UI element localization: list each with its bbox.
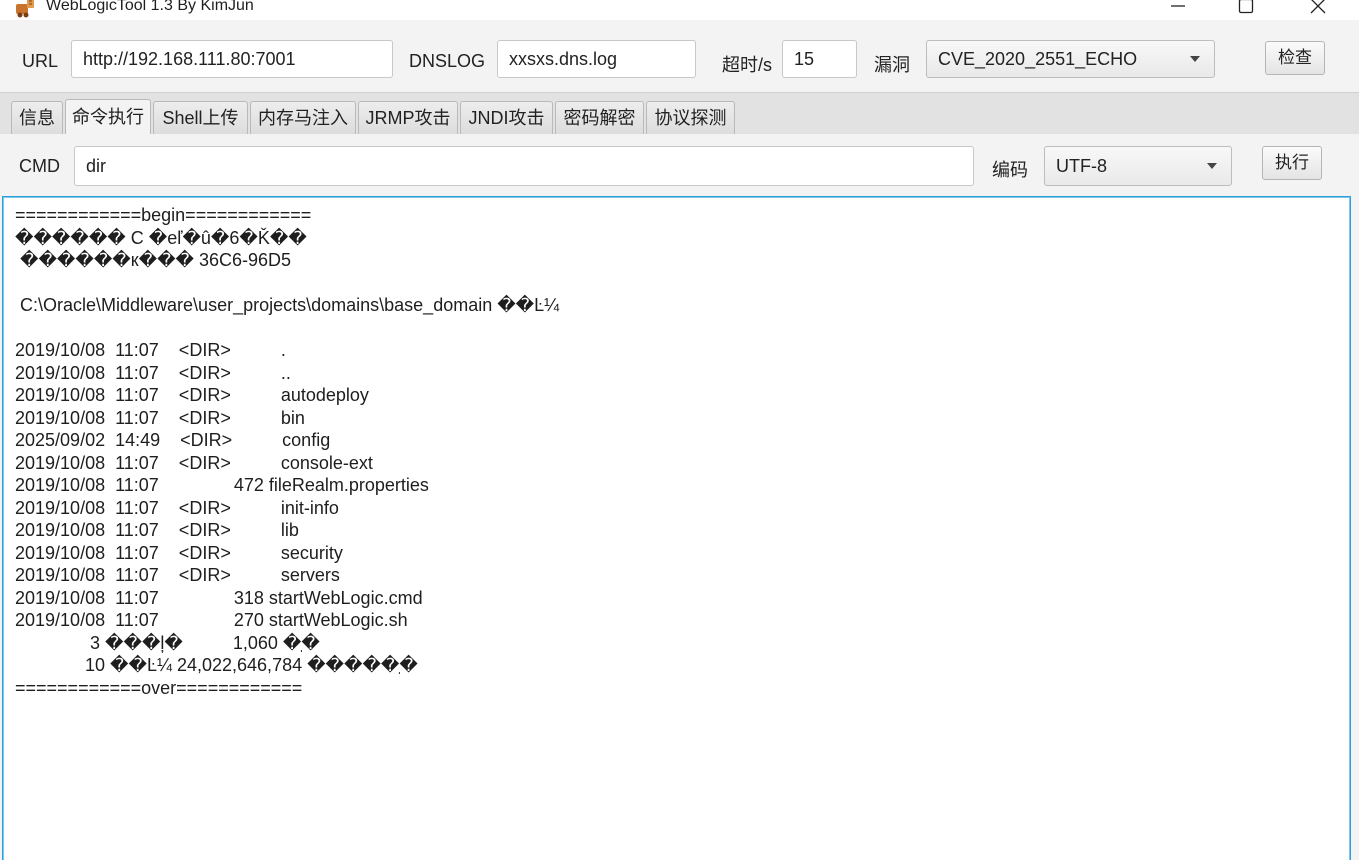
output-line: 2019/10/08 11:07 <DIR> bin: [15, 407, 305, 428]
tab-jndi-attack[interactable]: JNDI攻击: [460, 101, 553, 135]
title-bar: WebLogicTool 1.3 By KimJun: [0, 0, 1359, 20]
output-line: 3 ���ļ� 1,060 �ֽ�: [15, 632, 320, 653]
vuln-select-value: CVE_2020_2551_ECHO: [938, 49, 1138, 69]
maximize-button[interactable]: [1226, 0, 1266, 20]
url-input[interactable]: http://192.168.111.80:7001: [71, 40, 393, 78]
app-window: WebLogicTool 1.3 By KimJun URL http://19…: [0, 0, 1359, 860]
encoding-label: 编码: [992, 160, 1028, 180]
command-output[interactable]: ============begin============ ������ C �e…: [2, 196, 1351, 860]
output-line: 2025/09/02 14:49 <DIR> config: [15, 430, 331, 450]
tab-info[interactable]: 信息: [11, 101, 63, 135]
tab-memshell-inject[interactable]: 内存马注入: [250, 101, 356, 135]
check-button[interactable]: 检查: [1265, 41, 1325, 75]
tab-command-exec[interactable]: 命令执行: [65, 99, 151, 135]
chevron-down-icon: [1207, 163, 1217, 169]
dnslog-input[interactable]: xxsxs.dns.log: [497, 40, 696, 78]
output-line: 2019/10/08 11:07 <DIR> autodeploy: [15, 385, 369, 405]
command-row: CMD dir 编码 UTF-8 执行: [0, 134, 1359, 196]
encoding-select-value: UTF-8: [1056, 156, 1107, 176]
tab-shell-upload[interactable]: Shell上传: [153, 101, 248, 135]
tab-jrmp-attack[interactable]: JRMP攻击: [358, 101, 458, 135]
app-logo-icon: [14, 0, 36, 18]
output-line: 2019/10/08 11:07 <DIR> .: [15, 340, 286, 360]
output-line: 2019/10/08 11:07 472 fileRealm.propertie…: [15, 475, 429, 495]
url-label: URL: [22, 51, 59, 71]
window-title: WebLogicTool 1.3 By KimJun: [46, 0, 254, 14]
output-line: 2019/10/08 11:07 318 startWebLogic.cmd: [15, 587, 423, 608]
tab-protocol-probe[interactable]: 协议探测: [646, 101, 735, 135]
cmd-input[interactable]: dir: [74, 146, 974, 186]
dnslog-label: DNSLOG: [409, 51, 486, 71]
output-line: 2019/10/08 11:07 <DIR> lib: [15, 520, 299, 540]
cmd-label: CMD: [19, 156, 60, 176]
vuln-select[interactable]: CVE_2020_2551_ECHO: [926, 40, 1215, 78]
output-line: 10 ��Ŀ¼ 24,022,646,784 �����ֽ�: [15, 655, 418, 675]
output-line: 2019/10/08 11:07 <DIR> init-info: [15, 497, 339, 518]
maximize-icon: [1238, 0, 1254, 14]
output-line: C:\Oracle\Middleware\user_projects\domai…: [15, 295, 560, 315]
chevron-down-icon: [1190, 56, 1200, 62]
timeout-input[interactable]: 15: [782, 40, 857, 78]
execute-button[interactable]: 执行: [1262, 146, 1322, 180]
output-line: 2019/10/08 11:07 <DIR> ..: [15, 362, 291, 383]
output-line: 2019/10/08 11:07 <DIR> security: [15, 542, 343, 563]
close-icon: [1310, 0, 1326, 14]
output-line: 2019/10/08 11:07 <DIR> servers: [15, 565, 340, 585]
close-button[interactable]: [1298, 0, 1338, 20]
tab-bar: 信息 命令执行 Shell上传 内存马注入 JRMP攻击 JNDI攻击 密码解密…: [0, 92, 1359, 135]
output-line: ������к��� 36C6-96D5: [15, 250, 292, 270]
minimize-button[interactable]: [1158, 0, 1198, 20]
output-line: ============over============: [15, 677, 303, 698]
encoding-select[interactable]: UTF-8: [1044, 146, 1232, 186]
target-toolbar: URL http://192.168.111.80:7001 DNSLOG xx…: [0, 20, 1359, 92]
output-line: 2019/10/08 11:07 <DIR> console-ext: [15, 452, 373, 473]
output-line: ������ C �eľ�û�6�Ǩ��: [15, 227, 307, 248]
output-line: 2019/10/08 11:07 270 startWebLogic.sh: [15, 610, 408, 630]
timeout-label: 超时/s: [722, 55, 773, 75]
tab-password-decrypt[interactable]: 密码解密: [555, 101, 644, 135]
minimize-icon: [1171, 5, 1185, 7]
output-line: ============begin============: [15, 205, 312, 225]
vuln-label: 漏洞: [874, 55, 910, 75]
